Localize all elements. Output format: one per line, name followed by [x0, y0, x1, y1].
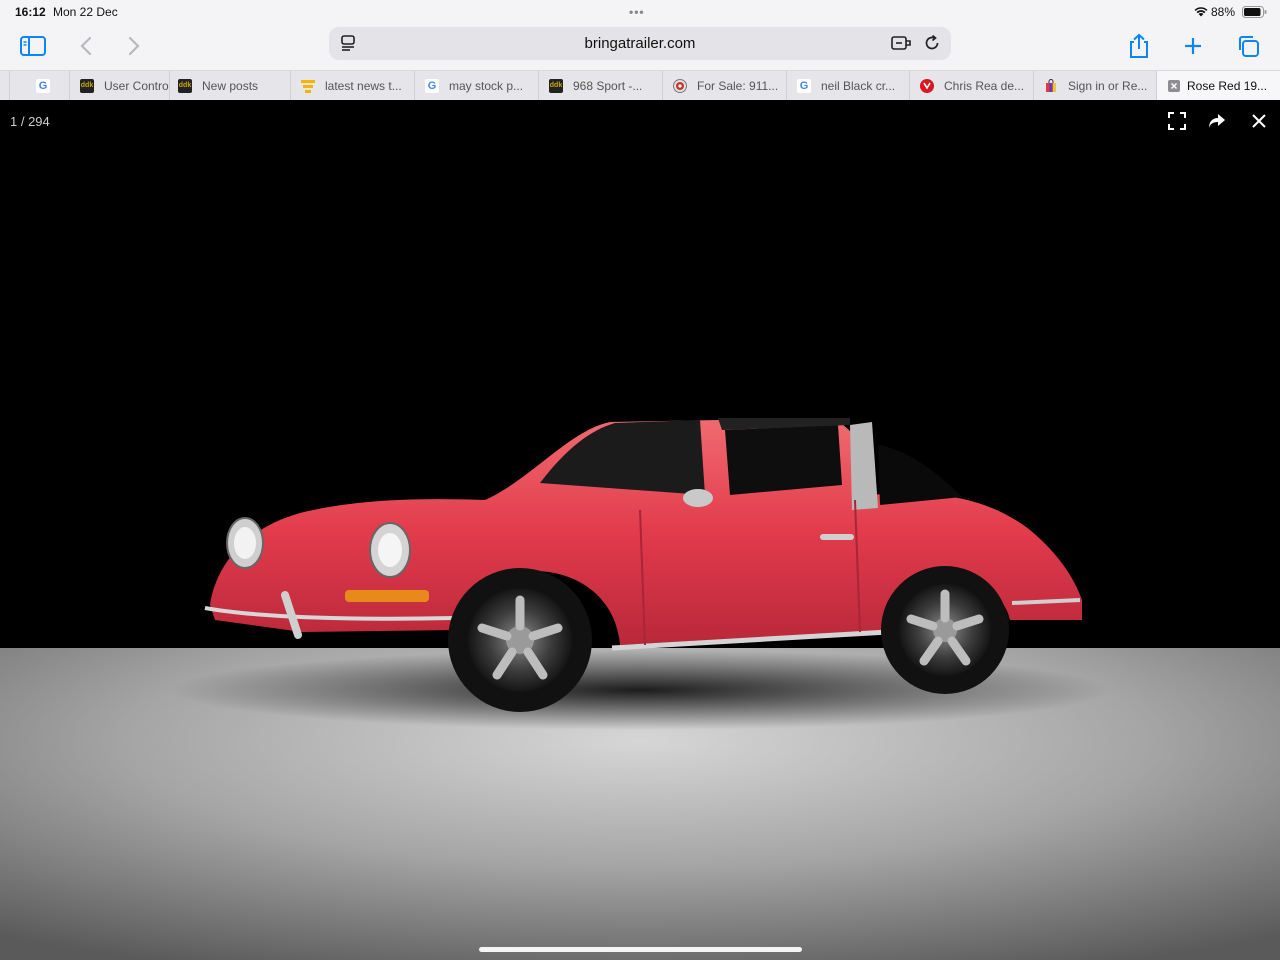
tab-user-control[interactable]: ddk User Contro: [70, 71, 170, 101]
wifi-icon: [1194, 6, 1208, 20]
fullscreen-icon[interactable]: [1166, 110, 1188, 132]
tab-sign-in[interactable]: Sign in or Re...: [1034, 71, 1157, 101]
forward-chevron-icon[interactable]: [119, 31, 149, 61]
tab-label: Chris Rea de...: [944, 79, 1025, 93]
battery-icon: [1242, 6, 1267, 21]
status-bar: 16:12 Mon 22 Dec ••• 88%: [0, 0, 1280, 24]
status-date: Mon 22 Dec: [53, 5, 118, 19]
tab-strip: G ddk User Contro ddk New posts latest n…: [0, 70, 1280, 101]
image-viewer: 1 / 294: [0, 100, 1280, 960]
tab-overview-icon[interactable]: [1233, 31, 1263, 61]
ddk-icon: ddk: [549, 79, 563, 93]
status-time: 16:12: [15, 5, 46, 19]
home-indicator[interactable]: [479, 947, 802, 952]
battery-percent: 88%: [1211, 5, 1236, 19]
share-icon[interactable]: [1124, 31, 1154, 61]
tab-label: Rose Red 19...: [1187, 79, 1268, 93]
tab-968-sport[interactable]: ddk 968 Sport -...: [539, 71, 663, 101]
sidebar-toggle-icon[interactable]: [18, 31, 48, 61]
tab-chris-rea[interactable]: Chris Rea de...: [910, 71, 1034, 101]
target-icon: [673, 79, 687, 93]
car-photo: [0, 418, 1280, 960]
red-circle-icon: [920, 79, 934, 93]
google-icon: G: [425, 79, 439, 93]
share-arrow-icon[interactable]: [1206, 110, 1228, 132]
tab-label: neil Black cr...: [821, 79, 896, 93]
back-chevron-icon[interactable]: [71, 31, 101, 61]
ddk-icon: ddk: [178, 79, 192, 93]
tab-label: For Sale: 911...: [697, 79, 779, 93]
tab-google[interactable]: G: [10, 71, 70, 101]
tab-label: Sign in or Re...: [1068, 79, 1148, 93]
tab-stock[interactable]: G may stock p...: [415, 71, 539, 101]
close-icon[interactable]: [1167, 79, 1181, 93]
tab-new-posts[interactable]: ddk New posts: [168, 71, 291, 101]
tab-rose-red-active[interactable]: Rose Red 19...: [1157, 71, 1280, 101]
image-counter: 1 / 294: [10, 114, 50, 129]
close-viewer-icon[interactable]: [1248, 110, 1270, 132]
news-icon: [301, 79, 315, 93]
reload-icon[interactable]: [923, 34, 941, 57]
multitasking-dots-icon[interactable]: •••: [629, 5, 645, 19]
tab-label: User Contro: [104, 79, 169, 93]
browser-toolbar: bringatrailer.com: [0, 24, 1280, 70]
tab-label: New posts: [202, 79, 259, 93]
tab-label: latest news t...: [325, 79, 402, 93]
tab-label: may stock p...: [449, 79, 524, 93]
tab-edge[interactable]: [0, 71, 10, 101]
bag-icon: [1044, 79, 1058, 93]
new-tab-plus-icon[interactable]: [1178, 31, 1208, 61]
extension-icon[interactable]: [891, 34, 911, 57]
tab-latest-news[interactable]: latest news t...: [291, 71, 415, 101]
tab-label: 968 Sport -...: [573, 79, 643, 93]
ddk-icon: ddk: [80, 79, 94, 93]
tab-for-sale-911[interactable]: For Sale: 911...: [663, 71, 787, 101]
google-icon: G: [36, 79, 50, 93]
address-bar[interactable]: bringatrailer.com: [329, 27, 951, 60]
google-icon: G: [797, 79, 811, 93]
url-text: bringatrailer.com: [584, 35, 696, 52]
tab-neil-black[interactable]: G neil Black cr...: [787, 71, 910, 101]
